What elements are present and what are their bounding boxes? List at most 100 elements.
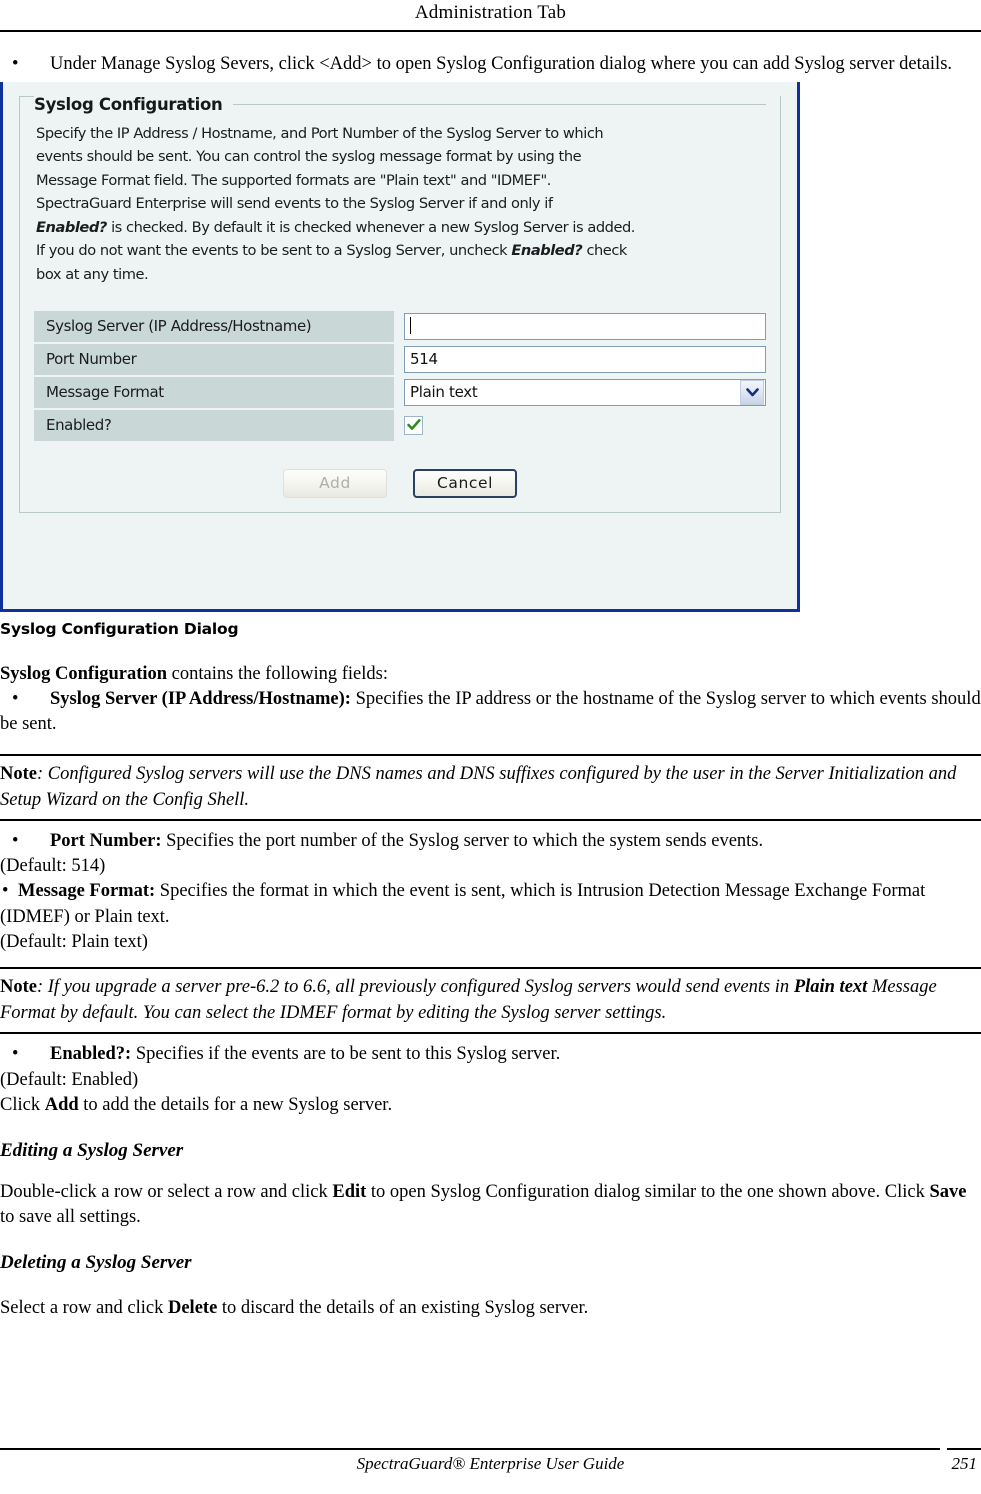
note-dns-body: : Configured Syslog servers will use the…	[0, 763, 957, 810]
groupbox-legend-rule	[232, 103, 766, 105]
syslog-fields-table: Syslog Server (IP Address/Hostname) Port…	[34, 309, 766, 443]
editing-bold-save: Save	[929, 1181, 967, 1202]
dialog-window: Syslog Configuration Specify the IP Addr…	[0, 81, 800, 612]
deleting-instructions: Select a row and click Delete to discard…	[0, 1296, 981, 1321]
desc-line-7: box at any time.	[36, 266, 149, 284]
field-value-enabled	[394, 410, 766, 441]
footer-guide-title: SpectraGuard® Enterprise User Guide	[356, 1454, 625, 1473]
text-caret	[410, 316, 411, 334]
editing-pre: Double-click a row or select a row and c…	[0, 1181, 333, 1202]
bullet-glyph-icon: •	[12, 1044, 19, 1064]
check-icon	[406, 419, 421, 431]
header-divider	[0, 30, 981, 32]
groupbox-legend-row: Syslog Configuration	[34, 94, 766, 114]
deleting-pre: Select a row and click	[0, 1297, 168, 1318]
bullet-enabled-desc: Specifies if the events are to be sent t…	[131, 1044, 561, 1064]
heading-editing-syslog-server: Editing a Syslog Server	[0, 1139, 184, 1161]
note-dns-text: Note: Configured Syslog servers will use…	[0, 761, 981, 813]
heading-deleting-syslog-server: Deleting a Syslog Server	[0, 1251, 192, 1273]
field-row-port-number: Port Number 514	[34, 343, 766, 375]
bullet-glyph-icon: •	[12, 688, 19, 709]
figure-caption: Syslog Configuration Dialog	[0, 619, 239, 638]
click-add-pre: Click	[0, 1094, 45, 1115]
syslog-configuration-screenshot: Syslog Configuration Syslog Configuratio…	[0, 81, 800, 612]
click-add-bold: Add	[44, 1094, 79, 1115]
note-upgrade-text: Note: If you upgrade a server pre-6.2 to…	[0, 974, 981, 1026]
groupbox-top-left-rule	[20, 95, 34, 97]
deleting-post: to discard the details of an existing Sy…	[217, 1297, 589, 1318]
note-block-dns: Note: Configured Syslog servers will use…	[0, 753, 981, 821]
note-label: Note	[0, 763, 37, 784]
deleting-bold-delete: Delete	[167, 1297, 218, 1318]
desc-enabled-bold-1: Enabled?	[36, 218, 107, 236]
enabled-default: (Default: Enabled)	[0, 1069, 139, 1090]
desc-line-2: events should be sent. You can control t…	[36, 148, 582, 166]
running-header: Administration Tab	[0, 0, 981, 34]
note-label: Note	[0, 977, 37, 997]
field-row-syslog-server: Syslog Server (IP Address/Hostname)	[34, 310, 766, 342]
bullet-glyph-icon: •	[2, 881, 9, 901]
intro-bullet-text: Under Manage Syslog Severs, click <Add> …	[50, 54, 953, 74]
page-footer: SpectraGuard® Enterprise User Guide 251	[0, 1448, 981, 1480]
dialog-description: Specify the IP Address / Hostname, and P…	[36, 122, 766, 287]
bullet-port-number: • Port Number: Specifies the port number …	[0, 829, 981, 855]
dialog-button-row: Add Cancel	[34, 468, 766, 498]
intro-bullet-item: • Under Manage Syslog Severs, click <Add>…	[0, 52, 981, 78]
field-label-port-number: Port Number	[34, 343, 394, 375]
bullet-port-number-desc: Specifies the port number of the Syslog …	[161, 830, 764, 851]
field-label-syslog-server: Syslog Server (IP Address/Hostname)	[34, 310, 394, 342]
bullet-syslog-server-term: Syslog Server (IP Address/Hostname):	[50, 688, 351, 709]
footer-page-number: 251	[951, 1454, 978, 1473]
desc-enabled-bold-2: Enabled?	[511, 242, 583, 260]
contains-rest: contains the following fields:	[167, 663, 388, 684]
desc-line-1: Specify the IP Address / Hostname, and P…	[36, 124, 604, 142]
bullet-enabled-term: Enabled?:	[50, 1044, 132, 1064]
dialog-body: Syslog Configuration Specify the IP Addr…	[3, 82, 797, 513]
note-upgrade-a: : If you upgrade a server pre-6.2 to 6.6…	[36, 977, 794, 997]
desc-line-3: Message Format field. The supported form…	[36, 171, 551, 189]
chevron-down-icon[interactable]	[740, 379, 764, 405]
field-label-message-format: Message Format	[34, 376, 394, 408]
bullet-message-format: • Message Format: Specifies the format in…	[0, 879, 981, 930]
message-format-default: (Default: Plain text)	[0, 932, 148, 952]
desc-line-6-post: check	[582, 242, 627, 260]
click-add-para: Click Add to add the details for a new S…	[0, 1093, 981, 1118]
desc-line-5-rest: is checked. By default it is checked whe…	[106, 218, 635, 236]
bullet-message-format-term: Message Format:	[18, 881, 156, 901]
enabled-checkbox[interactable]	[404, 415, 423, 435]
editing-bold-edit: Edit	[332, 1181, 367, 1202]
message-format-select[interactable]: Plain text	[404, 378, 766, 406]
field-label-enabled: Enabled?	[34, 409, 394, 441]
field-value-message-format: Plain text	[394, 377, 766, 408]
field-value-port-number: 514	[394, 344, 766, 375]
field-row-message-format: Message Format Plain text	[34, 376, 766, 408]
editing-instructions: Double-click a row or select a row and c…	[0, 1180, 981, 1230]
port-number-default: (Default: 514)	[0, 856, 106, 876]
click-add-post: to add the details for a new Syslog serv…	[78, 1094, 393, 1115]
cancel-button[interactable]: Cancel	[413, 468, 517, 498]
contains-fields-para: Syslog Configuration contains the follow…	[0, 662, 981, 687]
bullet-syslog-server: • Syslog Server (IP Address/Hostname): Sp…	[0, 687, 981, 738]
syslog-configuration-groupbox: Syslog Configuration Specify the IP Addr…	[19, 94, 781, 513]
message-format-selected-value: Plain text	[410, 383, 478, 402]
page-content: • Under Manage Syslog Severs, click <Add>…	[0, 52, 981, 1321]
field-row-enabled: Enabled?	[34, 409, 766, 441]
field-value-syslog-server	[394, 311, 766, 342]
groupbox-legend-label: Syslog Configuration	[34, 94, 233, 114]
editing-mid: to open Syslog Configuration dialog simi…	[366, 1181, 930, 1202]
desc-line-6-pre: If you do not want the events to be sent…	[36, 242, 512, 260]
footer-row: SpectraGuard® Enterprise User Guide 251	[0, 1450, 981, 1480]
bullet-enabled: • Enabled?: Specifies if the events are t…	[0, 1042, 981, 1068]
bullet-glyph-icon: •	[12, 830, 19, 851]
syslog-server-input[interactable]	[404, 312, 766, 340]
desc-line-4: SpectraGuard Enterprise will send events…	[36, 195, 553, 213]
bullet-glyph-icon: •	[12, 54, 19, 74]
note-upgrade-bold: Plain text	[793, 977, 868, 997]
bullet-port-number-term: Port Number:	[50, 830, 162, 851]
note-block-upgrade: Note: If you upgrade a server pre-6.2 to…	[0, 967, 981, 1034]
document-page: Administration Tab • Under Manage Syslog …	[0, 0, 981, 1494]
editing-post: to save all settings.	[0, 1206, 141, 1227]
page-header-title: Administration Tab	[414, 2, 567, 23]
add-button[interactable]: Add	[283, 468, 387, 498]
port-number-input[interactable]: 514	[404, 345, 766, 373]
